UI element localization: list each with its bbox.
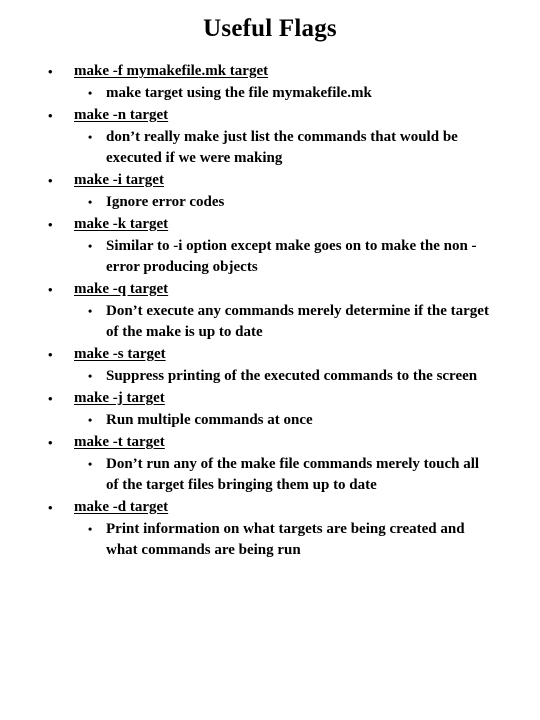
flag-description: Print information on what targets are be… bbox=[106, 521, 465, 558]
flag-block: • make -t target • Don’t run any of the … bbox=[0, 431, 540, 496]
flag-description: Similar to -i option except make goes on… bbox=[106, 238, 477, 275]
flag-label: make -j target bbox=[74, 390, 165, 406]
bullet-level1-icon: • bbox=[48, 347, 53, 362]
flag-description-item: • Print information on what targets are … bbox=[0, 519, 540, 561]
flag-block: • make -f mymakefile.mk target • make ta… bbox=[0, 60, 540, 104]
flag-description: Run multiple commands at once bbox=[106, 412, 313, 428]
flag-description-item: • Don’t execute any commands merely dete… bbox=[0, 301, 540, 343]
flag-block: • make -i target • Ignore error codes bbox=[0, 169, 540, 213]
flag-description: Ignore error codes bbox=[106, 194, 225, 210]
bullet-level1-icon: • bbox=[48, 173, 53, 188]
flag-item: • make -n target bbox=[0, 104, 540, 127]
bullet-level1-icon: • bbox=[48, 435, 53, 450]
flag-label: make -i target bbox=[74, 172, 164, 188]
flag-description: make target using the file mymakefile.mk bbox=[106, 85, 372, 101]
bullet-level2-icon: • bbox=[88, 239, 93, 253]
bullet-level2-icon: • bbox=[88, 304, 93, 318]
bullet-level1-icon: • bbox=[48, 391, 53, 406]
flag-block: • make -s target • Suppress printing of … bbox=[0, 343, 540, 387]
bullet-level1-icon: • bbox=[48, 217, 53, 232]
flag-description-item: • Run multiple commands at once bbox=[0, 410, 540, 431]
bullet-level2-icon: • bbox=[88, 86, 93, 100]
flag-label: make -s target bbox=[74, 346, 166, 362]
flag-block: • make -n target • don’t really make jus… bbox=[0, 104, 540, 169]
flag-item: • make -j target bbox=[0, 387, 540, 410]
flag-item: • make -t target bbox=[0, 431, 540, 454]
flag-description-item: • Similar to -i option except make goes … bbox=[0, 236, 540, 278]
bullet-level2-icon: • bbox=[88, 413, 93, 427]
bullet-level1-icon: • bbox=[48, 64, 53, 79]
bullet-level2-icon: • bbox=[88, 130, 93, 144]
flag-block: • make -d target • Print information on … bbox=[0, 496, 540, 561]
flag-label: make -q target bbox=[74, 281, 169, 297]
flag-description: Don’t run any of the make file commands … bbox=[106, 456, 480, 493]
flag-description-item: • Suppress printing of the executed comm… bbox=[0, 366, 540, 387]
flag-item: • make -d target bbox=[0, 496, 540, 519]
slide: Useful Flags • make -f mymakefile.mk tar… bbox=[0, 0, 540, 720]
flag-label: make -t target bbox=[74, 434, 165, 450]
flag-item: • make -k target bbox=[0, 213, 540, 236]
bullet-level2-icon: • bbox=[88, 369, 93, 383]
flag-block: • make -k target • Similar to -i option … bbox=[0, 213, 540, 278]
page-title: Useful Flags bbox=[203, 15, 337, 42]
bullet-level2-icon: • bbox=[88, 522, 93, 536]
flag-label: make -d target bbox=[74, 499, 169, 515]
bullet-level1-icon: • bbox=[48, 282, 53, 297]
flag-label: make -f mymakefile.mk target bbox=[74, 63, 269, 79]
bullet-level1-icon: • bbox=[48, 108, 53, 123]
bullet-level2-icon: • bbox=[88, 457, 93, 471]
flag-description: Don’t execute any commands merely determ… bbox=[106, 303, 489, 340]
flag-description-item: • Ignore error codes bbox=[0, 192, 540, 213]
bullet-level1-icon: • bbox=[48, 500, 53, 515]
flag-description-item: • Don’t run any of the make file command… bbox=[0, 454, 540, 496]
flags-list: • make -f mymakefile.mk target • make ta… bbox=[0, 60, 540, 561]
flag-label: make -k target bbox=[74, 216, 169, 232]
flag-block: • make -q target • Don’t execute any com… bbox=[0, 278, 540, 343]
flag-item: • make -q target bbox=[0, 278, 540, 301]
flag-description: Suppress printing of the executed comman… bbox=[106, 368, 478, 384]
flag-item: • make -i target bbox=[0, 169, 540, 192]
flag-block: • make -j target • Run multiple commands… bbox=[0, 387, 540, 431]
bullet-level2-icon: • bbox=[88, 195, 93, 209]
flag-description: don’t really make just list the commands… bbox=[106, 129, 458, 166]
flag-item: • make -s target bbox=[0, 343, 540, 366]
flag-item: • make -f mymakefile.mk target bbox=[0, 60, 540, 83]
flag-label: make -n target bbox=[74, 107, 169, 123]
flag-description-item: • make target using the file mymakefile.… bbox=[0, 83, 540, 104]
flag-description-item: • don’t really make just list the comman… bbox=[0, 127, 540, 169]
